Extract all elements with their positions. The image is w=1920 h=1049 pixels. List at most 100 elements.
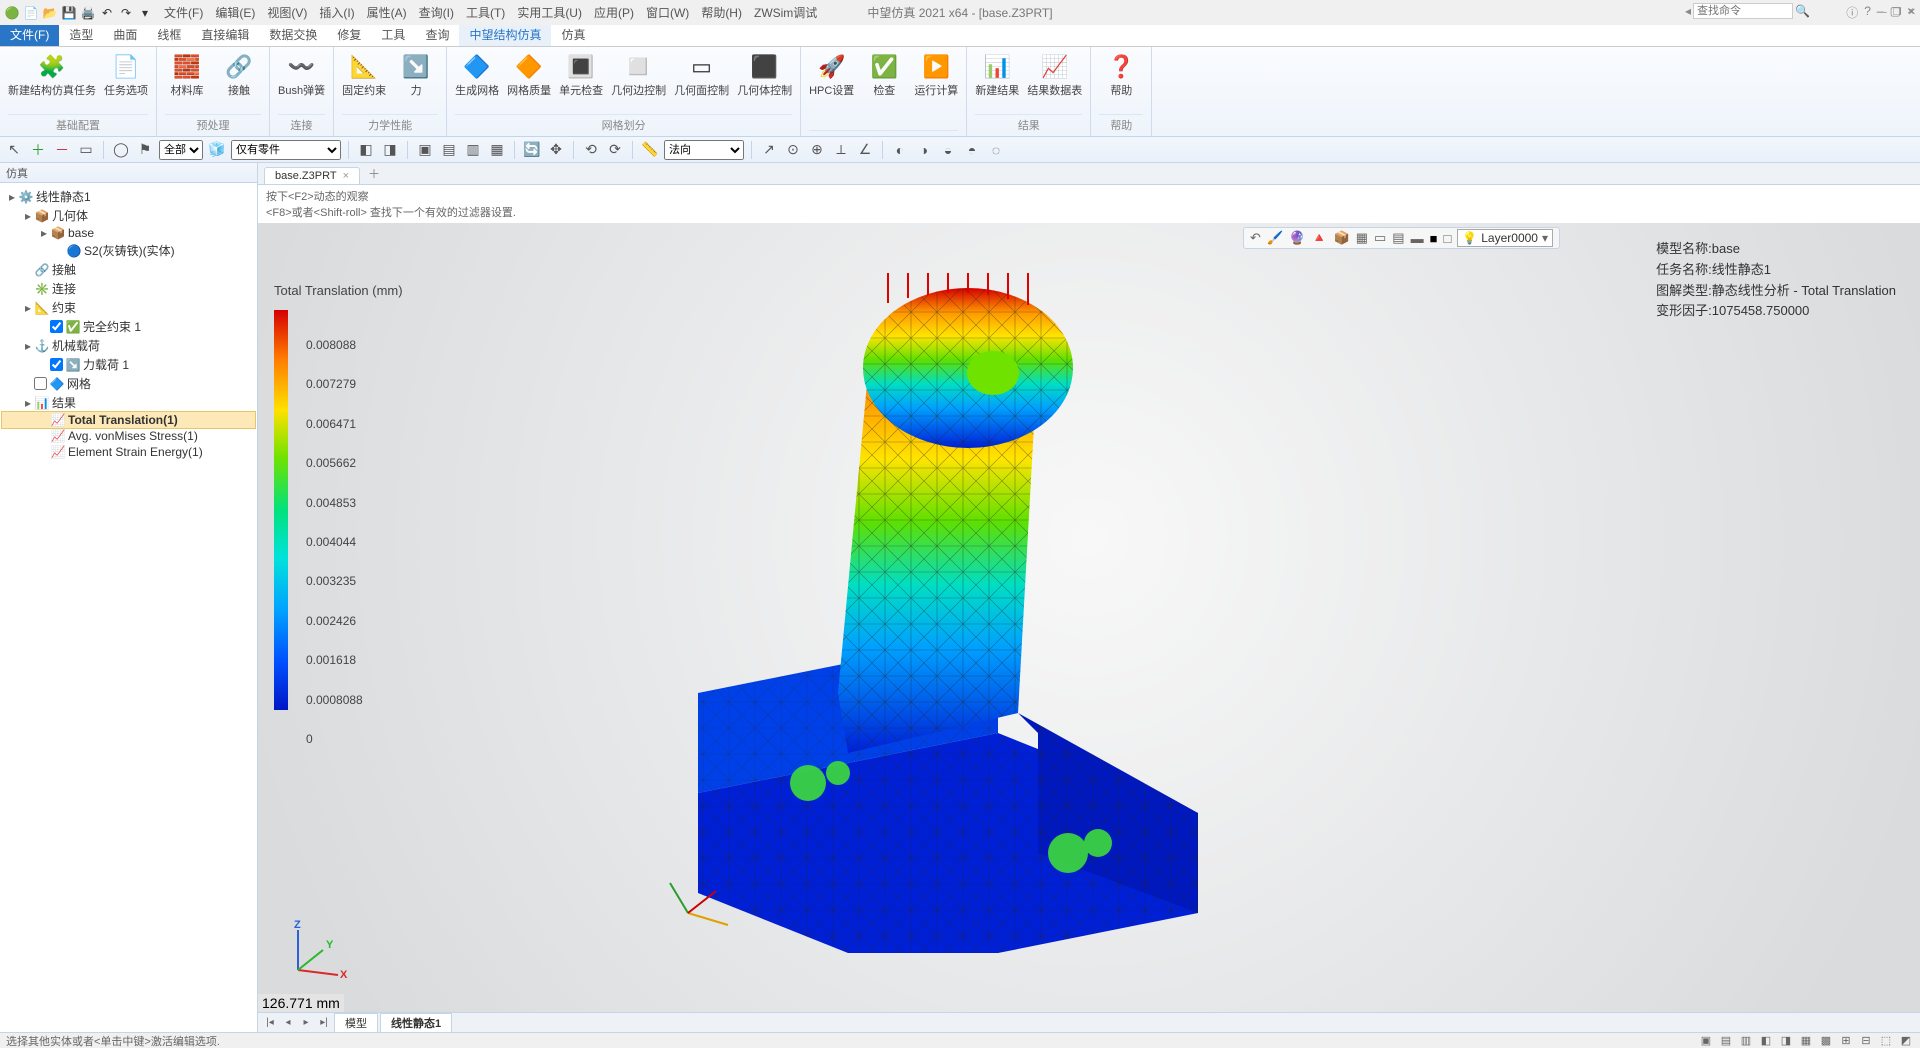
sb-icon[interactable]: ◩	[1898, 1034, 1914, 1047]
sb-icon[interactable]: ⊟	[1858, 1034, 1874, 1047]
ribbon-button[interactable]: ✅检查	[862, 51, 906, 128]
vp-undo-icon[interactable]: ↶	[1250, 230, 1261, 246]
ribbon-tab[interactable]: 查询	[415, 23, 459, 46]
sb-icon[interactable]: ▤	[1718, 1034, 1734, 1047]
command-search[interactable]: ◂ 🔍	[1685, 3, 1810, 19]
back-icon[interactable]: ⟲	[581, 140, 601, 160]
tree-twisty-icon[interactable]: ▸	[38, 226, 50, 240]
d1-icon[interactable]: ◐	[890, 140, 910, 160]
ribbon-button[interactable]: ▭几何面控制	[674, 51, 729, 112]
vp-brush-icon[interactable]: 🖌️	[1267, 230, 1283, 246]
fea-model[interactable]	[638, 273, 1258, 953]
c4-icon[interactable]: ⟂	[831, 140, 851, 160]
ribbon-button[interactable]: 📊新建结果	[975, 51, 1019, 112]
tree-item[interactable]: ▸⚙️线性静态1	[2, 187, 255, 206]
viewport-canvas[interactable]: ↶ 🖌️ 🔮 🔺 📦 ▦ ▭ ▤ ▬ ■ □ 💡 Layer0000 ▾	[258, 223, 1920, 1012]
tree-checkbox[interactable]	[50, 320, 63, 333]
sb-icon[interactable]: ⊞	[1838, 1034, 1854, 1047]
vp-wire-icon[interactable]: ▤	[1392, 230, 1404, 246]
tree-item[interactable]: ▸⚓机械载荷	[2, 336, 255, 355]
d4-icon[interactable]: ◓	[962, 140, 982, 160]
flag-icon[interactable]: ⚑	[135, 140, 155, 160]
sb-icon[interactable]: ◨	[1778, 1034, 1794, 1047]
vp-shade-icon[interactable]: ▬	[1411, 231, 1424, 246]
ribbon-button[interactable]: 🔷生成网格	[455, 51, 499, 112]
ribbon-tab[interactable]: 数据交换	[259, 23, 327, 46]
ribbon-button[interactable]: 🚀HPC设置	[809, 51, 854, 128]
vp-frame-icon[interactable]: ▭	[1374, 230, 1386, 246]
prev-tab-icon[interactable]: ◂	[280, 1017, 296, 1028]
cube-icon[interactable]: 🧊	[207, 140, 227, 160]
t4-icon[interactable]: ▤	[439, 140, 459, 160]
simulation-tree[interactable]: ▸⚙️线性静态1▸📦几何体▸📦base🔵S2(灰铸铁)(实体)🔗接触✳️连接▸📐…	[0, 183, 257, 464]
tree-item[interactable]: ▸📐约束	[2, 298, 255, 317]
parts-filter-dropdown[interactable]: 仅有零件	[231, 140, 341, 160]
new-doc-tab-icon[interactable]: ＋	[360, 163, 388, 184]
vp-box-icon[interactable]: 📦	[1334, 230, 1350, 246]
menu-item[interactable]: 帮助(H)	[696, 2, 747, 23]
ribbon-tab[interactable]: 曲面	[103, 23, 147, 46]
menu-item[interactable]: 视图(V)	[262, 2, 312, 23]
ribbon-button[interactable]: 🔗接触	[217, 51, 261, 112]
vp-solid-icon[interactable]: ■	[1430, 231, 1438, 246]
refresh-icon[interactable]: 🔄	[522, 140, 542, 160]
menu-item[interactable]: 应用(P)	[589, 2, 639, 23]
search-icon[interactable]: 🔍	[1795, 4, 1810, 18]
ribbon-tab[interactable]: 仿真	[551, 23, 595, 46]
t6-icon[interactable]: ▦	[487, 140, 507, 160]
minimize-icon[interactable]: —	[1877, 7, 1887, 18]
sb-icon[interactable]: ◧	[1758, 1034, 1774, 1047]
menu-item[interactable]: 插入(I)	[314, 2, 359, 23]
ribbon-button[interactable]: 🔳单元检查	[559, 51, 603, 112]
close-tab-icon[interactable]: ×	[343, 170, 349, 182]
tree-twisty-icon[interactable]: ▸	[22, 339, 34, 353]
bottom-tab-result[interactable]: 线性静态1	[380, 1013, 452, 1033]
document-tab[interactable]: base.Z3PRT ×	[264, 167, 360, 184]
box-icon[interactable]: ▭	[76, 140, 96, 160]
menu-item[interactable]: ZWSim调试	[749, 2, 822, 23]
tree-item[interactable]: 📈Total Translation(1)	[2, 412, 255, 428]
sb-icon[interactable]: ▣	[1698, 1034, 1714, 1047]
ribbon-tab[interactable]: 直接编辑	[191, 23, 259, 46]
add-icon[interactable]: ＋	[28, 140, 48, 160]
tree-item[interactable]: ✅完全约束 1	[2, 317, 255, 336]
last-tab-icon[interactable]: ▸|	[316, 1017, 332, 1028]
ribbon-button[interactable]: 🧱材料库	[165, 51, 209, 112]
ribbon-tab[interactable]: 中望结构仿真	[459, 23, 551, 46]
menu-item[interactable]: 窗口(W)	[641, 2, 694, 23]
shape-icon[interactable]: ◯	[111, 140, 131, 160]
close-icon[interactable]: ✕	[1908, 7, 1916, 18]
d5-icon[interactable]: ◌	[986, 140, 1006, 160]
redo-icon[interactable]: ↷	[118, 5, 134, 21]
first-tab-icon[interactable]: |◂	[262, 1017, 278, 1028]
ribbon-tab[interactable]: 修复	[327, 23, 371, 46]
ribbon-tab[interactable]: 线框	[147, 23, 191, 46]
c1-icon[interactable]: ↗	[759, 140, 779, 160]
save-icon[interactable]: 💾	[61, 5, 77, 21]
ribbon-button[interactable]: 📐固定约束	[342, 51, 386, 112]
t3-icon[interactable]: ▣	[415, 140, 435, 160]
tree-item[interactable]: 📈Avg. vonMises Stress(1)	[2, 428, 255, 444]
pan-icon[interactable]: ✥	[546, 140, 566, 160]
vp-grid-icon[interactable]: ▦	[1356, 230, 1368, 246]
vp-ball-icon[interactable]: 🔮	[1289, 230, 1305, 246]
c3-icon[interactable]: ⊕	[807, 140, 827, 160]
select-icon[interactable]: ↖	[4, 140, 24, 160]
layer-selector[interactable]: 💡 Layer0000 ▾	[1457, 229, 1553, 247]
ribbon-button[interactable]: ◻️几何边控制	[611, 51, 666, 112]
tab-file[interactable]: 文件(F)	[0, 23, 59, 46]
ribbon-button[interactable]: 🧩新建结构仿真任务	[8, 51, 96, 112]
ribbon-button[interactable]: ▶️运行计算	[914, 51, 958, 128]
filter-all-dropdown[interactable]: 全部	[159, 140, 203, 160]
ribbon-button[interactable]: ↘️力	[394, 51, 438, 112]
open-icon[interactable]: 📂	[42, 5, 58, 21]
tree-item[interactable]: 🔗接触	[2, 260, 255, 279]
tree-item[interactable]: 📈Element Strain Energy(1)	[2, 444, 255, 460]
ribbon-tab[interactable]: 造型	[59, 23, 103, 46]
menu-item[interactable]: 工具(T)	[461, 2, 510, 23]
t2-icon[interactable]: ◨	[380, 140, 400, 160]
ribbon-tab[interactable]: 工具	[371, 23, 415, 46]
t5-icon[interactable]: ▥	[463, 140, 483, 160]
next-tab-icon[interactable]: ▸	[298, 1017, 314, 1028]
tree-item[interactable]: 🔷网格	[2, 374, 255, 393]
